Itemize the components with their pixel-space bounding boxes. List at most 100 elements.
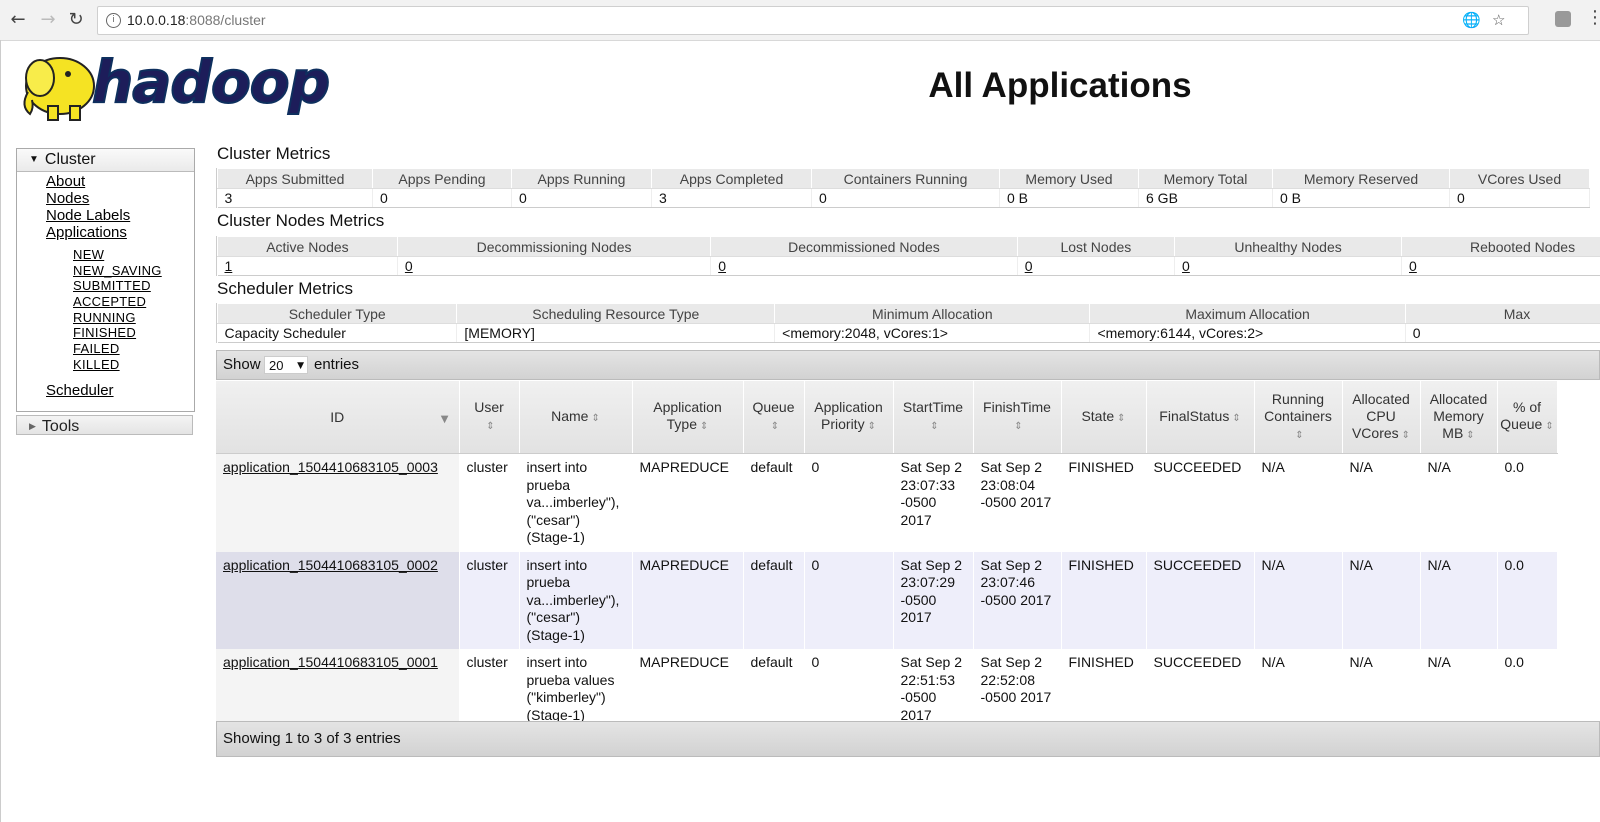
sidebar-state-new[interactable]: NEW: [73, 247, 104, 262]
value-memory-reserved: 0 B: [1272, 188, 1450, 208]
info-icon[interactable]: i: [106, 13, 121, 28]
header-decommissioned-nodes: Decommissioned Nodes: [710, 236, 1018, 257]
sort-desc-icon: ▼: [440, 414, 449, 425]
sidebar-link-applications[interactable]: Applications: [46, 224, 127, 241]
column-user[interactable]: User ⇕: [459, 381, 520, 454]
sort-icon: ⇕: [1117, 412, 1126, 424]
link-unhealthy-nodes[interactable]: 0: [1182, 258, 1190, 274]
sidebar-tools-header[interactable]: ▶ Tools: [16, 415, 193, 435]
link-lost-nodes[interactable]: 0: [1025, 258, 1033, 274]
header-minimum-allocation: Minimum Allocation: [774, 303, 1091, 324]
cell-allocated-memory: N/A: [1420, 649, 1498, 721]
application-id-link[interactable]: application_1504410683105_0002: [223, 557, 438, 573]
sidebar-state-running[interactable]: RUNNING: [73, 310, 136, 325]
sidebar-cluster-label: Cluster: [44, 151, 96, 168]
cell-queue: default: [743, 453, 805, 552]
cell-user: cluster: [459, 453, 520, 552]
column-state[interactable]: State ⇕: [1061, 381, 1147, 454]
dropdown-arrow-icon: ▼: [297, 361, 304, 371]
url-text[interactable]: 10.0.0.18:8088/cluster: [127, 12, 266, 28]
sidebar-tools-label: Tools: [41, 418, 80, 435]
sort-icon: ⇕: [930, 421, 939, 432]
browser-toolbar: ← → ↻ i 10.0.0.18:8088/cluster 🌐 ☆ ⋮: [0, 0, 1600, 41]
sidebar-state-killed[interactable]: KILLED: [73, 357, 120, 372]
column-application-type[interactable]: Application Type ⇕: [632, 381, 744, 454]
cell-application-type: MAPREDUCE: [632, 453, 744, 552]
header-vcores-used: VCores Used: [1449, 168, 1590, 189]
column-application-priority[interactable]: Application Priority ⇕: [804, 381, 894, 454]
hadoop-logo: hadoop: [18, 47, 331, 126]
extension-icon[interactable]: [1555, 11, 1571, 27]
translate-icon[interactable]: 🌐: [1462, 11, 1481, 29]
sidebar-state-accepted[interactable]: ACCEPTED: [73, 294, 146, 309]
table-row: application_1504410683105_0002 cluster i…: [216, 551, 1558, 649]
header-apps-submitted: Apps Submitted: [217, 168, 373, 189]
link-decommissioning-nodes[interactable]: 0: [405, 258, 413, 274]
sidebar-link-about[interactable]: About: [46, 173, 85, 190]
sidebar: ▼ Cluster About Nodes Node Labels Applica…: [16, 148, 195, 412]
link-active-nodes[interactable]: 1: [225, 258, 233, 274]
sidebar-state-failed[interactable]: FAILED: [73, 341, 120, 356]
sidebar-state-new-saving[interactable]: NEW_SAVING: [73, 263, 162, 278]
address-bar[interactable]: i 10.0.0.18:8088/cluster 🌐 ☆: [97, 6, 1529, 35]
sidebar-state-finished[interactable]: FINISHED: [73, 325, 136, 340]
page-title: All Applications: [928, 66, 1192, 105]
sidebar-link-node-labels[interactable]: Node Labels: [46, 207, 130, 224]
reload-icon[interactable]: ↻: [64, 8, 88, 32]
column-state-label: State: [1081, 407, 1115, 424]
column-allocated-cpu-vcores[interactable]: Allocated CPU VCores ⇕: [1342, 381, 1421, 454]
cell-user: cluster: [459, 649, 520, 721]
sort-icon: ⇕: [699, 421, 709, 432]
column-allocated-memory-mb[interactable]: Allocated Memory MB ⇕: [1420, 381, 1498, 454]
browser-menu-icon[interactable]: ⋮: [1586, 7, 1600, 28]
column-id[interactable]: ID ▼: [216, 381, 460, 454]
header-rebooted-nodes: Rebooted Nodes: [1401, 236, 1600, 257]
link-rebooted-nodes[interactable]: 0: [1409, 258, 1417, 274]
forward-arrow-icon[interactable]: →: [36, 8, 60, 32]
header-decommissioning-nodes: Decommissioning Nodes: [396, 236, 712, 257]
sidebar-link-nodes[interactable]: Nodes: [46, 190, 89, 207]
column-starttime[interactable]: StartTime ⇕: [893, 381, 974, 454]
datatable-info-footer: Showing 1 to 3 of 3 entries: [216, 721, 1600, 757]
column-queue[interactable]: Queue ⇕: [743, 381, 805, 454]
column-percent-of-queue[interactable]: % of Queue ⇕: [1497, 381, 1558, 454]
value-apps-completed: 3: [651, 188, 812, 208]
scheduler-metrics-title: Scheduler Metrics: [217, 279, 354, 298]
sidebar-link-scheduler[interactable]: Scheduler: [46, 382, 114, 399]
header-scheduler-type: Scheduler Type: [217, 303, 458, 324]
application-id-link[interactable]: application_1504410683105_0001: [223, 654, 438, 670]
cell-application-type: MAPREDUCE: [632, 551, 744, 649]
bookmark-star-icon[interactable]: ☆: [1492, 11, 1505, 29]
application-id-link[interactable]: application_1504410683105_0003: [223, 459, 438, 475]
header-unhealthy-nodes: Unhealthy Nodes: [1174, 236, 1403, 257]
column-finishtime[interactable]: FinishTime ⇕: [973, 381, 1062, 454]
cell-allocated-vcores: N/A: [1342, 649, 1421, 721]
url-path: :8088/cluster: [185, 12, 266, 28]
sidebar-state-submitted[interactable]: SUBMITTED: [73, 278, 151, 293]
table-row: application_1504410683105_0001 cluster i…: [216, 649, 1558, 721]
cell-allocated-memory: N/A: [1420, 551, 1498, 649]
link-decommissioned-nodes[interactable]: 0: [718, 258, 726, 274]
cell-priority: 0: [804, 453, 894, 552]
cell-name: insert into prueba values ("kimberley") …: [519, 649, 633, 721]
sort-icon: ⇕: [486, 421, 495, 432]
entries-label: entries: [314, 356, 360, 373]
column-name[interactable]: Name ⇕: [519, 381, 633, 454]
header-memory-total: Memory Total: [1138, 168, 1273, 189]
sort-icon: ⇕: [770, 421, 780, 432]
column-running-containers[interactable]: Running Containers ⇕: [1254, 381, 1343, 454]
cell-priority: 0: [804, 649, 894, 721]
header-containers-running: Containers Running: [811, 168, 1000, 189]
column-queue-label: Queue: [752, 399, 795, 415]
cell-running-containers: N/A: [1254, 551, 1343, 649]
header-memory-reserved: Memory Reserved: [1272, 168, 1450, 189]
value-scheduling-resource-type: [MEMORY]: [456, 323, 776, 343]
page-size-value: 20: [269, 358, 284, 373]
back-arrow-icon[interactable]: ←: [6, 8, 30, 32]
cell-percent-of-queue: 0.0: [1497, 551, 1558, 649]
sidebar-cluster-header[interactable]: ▼ Cluster: [17, 149, 194, 172]
cell-percent-of-queue: 0.0: [1497, 649, 1558, 721]
sort-icon: ⇕: [1545, 421, 1554, 432]
column-finalstatus[interactable]: FinalStatus ⇕: [1146, 381, 1255, 454]
page-size-select[interactable]: 20 ▼: [264, 356, 308, 374]
